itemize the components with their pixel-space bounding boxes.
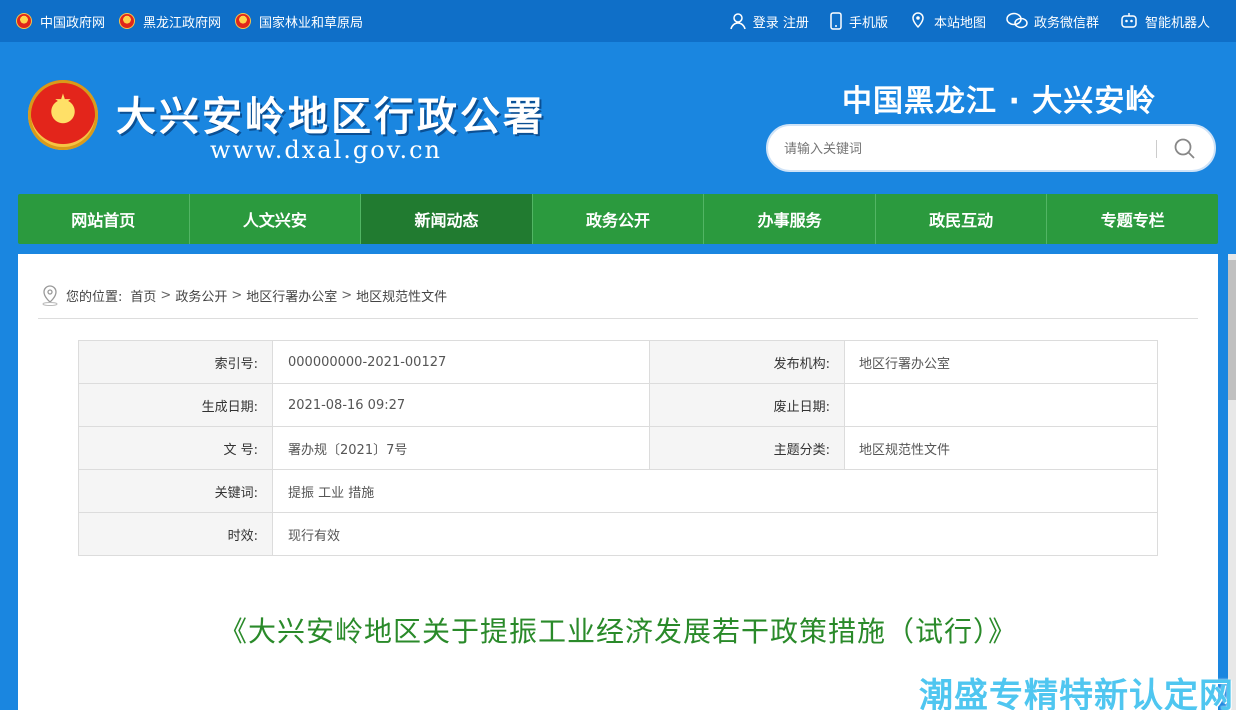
breadcrumb-separator: >	[341, 287, 353, 303]
link-label: 黑龙江政府网	[143, 15, 222, 31]
star-icon: ★	[54, 89, 72, 113]
table-row: 文 号: 署办规〔2021〕7号 主题分类: 地区规范性文件	[78, 426, 1158, 470]
meta-label: 文 号:	[78, 426, 273, 470]
region-title: 中国黑龙江 · 大兴安岭	[842, 84, 1157, 119]
link-label: 中国政府网	[40, 15, 106, 31]
robot-icon	[1121, 13, 1137, 28]
divider	[38, 318, 1198, 319]
breadcrumb-separator: >	[160, 287, 172, 303]
meta-validity: 现行有效	[272, 512, 1158, 556]
link-label: 登录 注册	[752, 15, 809, 31]
nav-item-news[interactable]: 新闻动态	[361, 194, 533, 244]
content-panel: 您的位置: 首页 > 政务公开 > 地区行署办公室 > 地区规范性文件 索引号:…	[18, 254, 1218, 710]
link-label: 智能机器人	[1144, 15, 1210, 31]
top-links-right: 登录 注册 手机版 本站地图 政务微信群 智能机器人	[709, 0, 1210, 42]
meta-label: 废止日期:	[649, 383, 845, 427]
search-input[interactable]	[784, 138, 1144, 160]
meta-index-no: 000000000-2021-00127	[272, 340, 650, 384]
link-heilongjiang-gov[interactable]: 黑龙江政府网	[119, 12, 221, 31]
table-row: 时效: 现行有效	[78, 512, 1158, 556]
mobile-link[interactable]: 手机版	[829, 12, 888, 31]
meta-topic: 地区规范性文件	[844, 426, 1158, 470]
table-row: 生成日期: 2021-08-16 09:27 废止日期:	[78, 383, 1158, 427]
breadcrumb-prefix: 您的位置:	[66, 289, 123, 305]
meta-label: 索引号:	[78, 340, 273, 384]
scrollbar-thumb[interactable]	[1228, 260, 1236, 400]
table-row: 关键词: 提振 工业 措施	[78, 469, 1158, 513]
sitemap-link[interactable]: 本站地图	[908, 12, 986, 31]
login-register-link[interactable]: 登录 注册	[729, 12, 809, 31]
user-icon	[730, 13, 746, 30]
breadcrumb-office[interactable]: 地区行署办公室	[246, 286, 337, 305]
meta-label: 关键词:	[78, 469, 273, 513]
nav-item-special[interactable]: 专题专栏	[1047, 194, 1218, 244]
wechat-group-link[interactable]: 政务微信群	[1006, 12, 1099, 31]
meta-abolished-date	[844, 383, 1158, 427]
meta-created-date: 2021-08-16 09:27	[272, 383, 650, 427]
link-label: 手机版	[848, 15, 888, 31]
top-bar: 中国政府网 黑龙江政府网 国家林业和草原局 登录 注册 手机版 本站地图 政务微…	[0, 0, 1236, 42]
robot-link[interactable]: 智能机器人	[1119, 12, 1210, 31]
meta-label: 生成日期:	[78, 383, 273, 427]
top-links-left: 中国政府网 黑龙江政府网 国家林业和草原局	[16, 0, 377, 42]
link-label: 本站地图	[933, 15, 986, 31]
main-nav: 网站首页 人文兴安 新闻动态 政务公开 办事服务 政民互动 专题专栏	[18, 194, 1218, 244]
search-button[interactable]	[1172, 136, 1202, 162]
document-meta-table: 索引号: 000000000-2021-00127 发布机构: 地区行署办公室 …	[78, 340, 1158, 556]
link-china-gov[interactable]: 中国政府网	[16, 12, 105, 31]
site-title[interactable]: 大兴安岭地区行政公署	[116, 84, 546, 142]
phone-icon	[830, 12, 842, 30]
breadcrumb-normative-docs[interactable]: 地区规范性文件	[356, 286, 447, 305]
watermark: 潮盛专精特新认定网	[919, 676, 1234, 710]
link-label: 国家林业和草原局	[259, 15, 364, 31]
link-label: 政务微信群	[1033, 15, 1099, 31]
breadcrumb-gov-open[interactable]: 政务公开	[175, 286, 227, 305]
nav-item-interaction[interactable]: 政民互动	[876, 194, 1048, 244]
emblem-icon	[119, 13, 136, 29]
nav-item-culture[interactable]: 人文兴安	[190, 194, 362, 244]
site-url: www.dxal.gov.cn	[210, 136, 442, 164]
wechat-icon	[1006, 12, 1028, 29]
breadcrumb: 您的位置: 首页 > 政务公开 > 地区行署办公室 > 地区规范性文件	[40, 284, 447, 306]
nav-item-services[interactable]: 办事服务	[704, 194, 876, 244]
breadcrumb-separator: >	[231, 287, 243, 303]
meta-label: 发布机构:	[649, 340, 845, 384]
search-box	[766, 124, 1216, 172]
search-divider	[1156, 140, 1157, 158]
link-forestry-bureau[interactable]: 国家林业和草原局	[235, 12, 363, 31]
national-emblem-logo: ★	[28, 80, 98, 150]
nav-item-home[interactable]: 网站首页	[18, 194, 190, 244]
meta-publisher: 地区行署办公室	[844, 340, 1158, 384]
document-title: 《大兴安岭地区关于提振工业经济发展若干政策措施（试行）》	[218, 615, 1017, 648]
breadcrumb-home[interactable]: 首页	[130, 286, 156, 305]
nav-item-gov-open[interactable]: 政务公开	[533, 194, 705, 244]
meta-keywords: 提振 工业 措施	[272, 469, 1158, 513]
emblem-icon	[235, 13, 252, 29]
meta-label: 时效:	[78, 512, 273, 556]
table-row: 索引号: 000000000-2021-00127 发布机构: 地区行署办公室	[78, 340, 1158, 384]
map-icon	[912, 12, 924, 29]
location-pin-icon	[42, 285, 58, 306]
meta-doc-no: 署办规〔2021〕7号	[272, 426, 650, 470]
meta-label: 主题分类:	[649, 426, 845, 470]
emblem-icon	[16, 13, 32, 29]
search-icon	[1174, 138, 1195, 159]
